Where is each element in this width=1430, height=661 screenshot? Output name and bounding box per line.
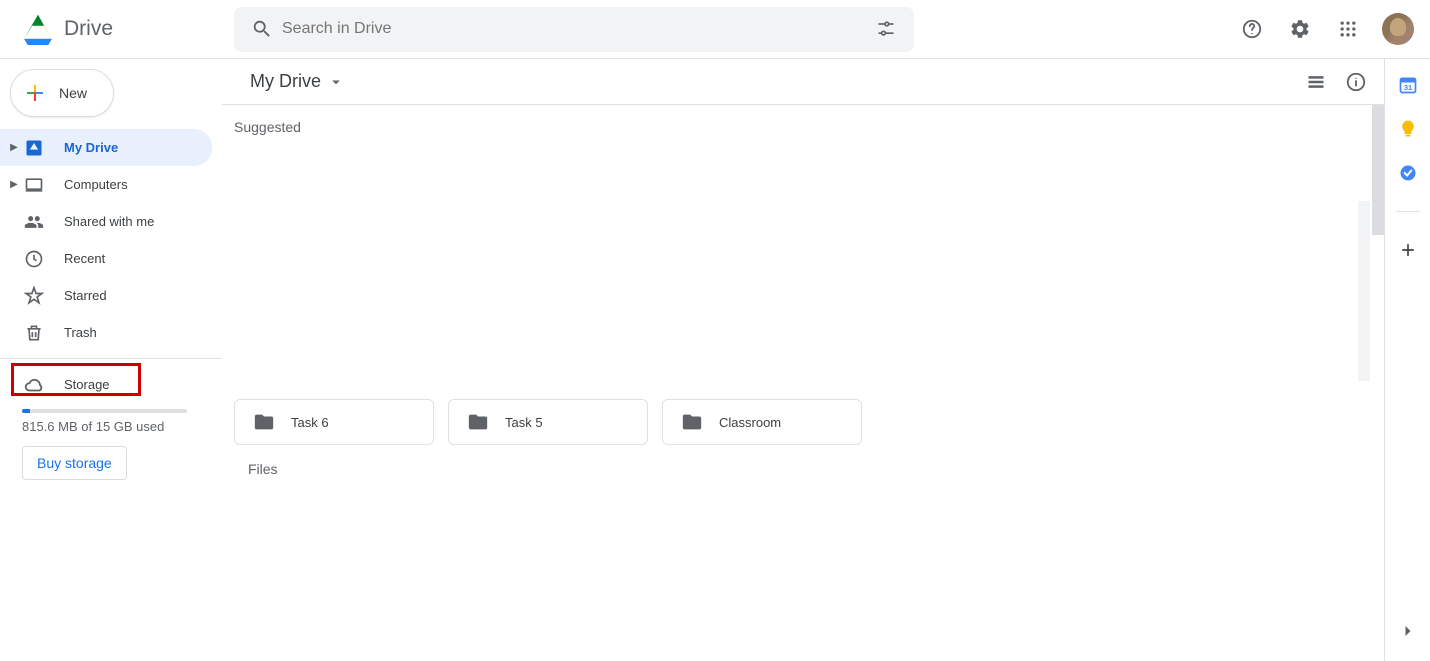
buy-storage-button[interactable]: Buy storage xyxy=(22,446,127,480)
sidebar-item-label: Shared with me xyxy=(64,214,154,229)
location-text: My Drive xyxy=(250,71,321,92)
main-content: My Drive Suggested xyxy=(222,59,1384,661)
divider xyxy=(0,358,222,359)
chevron-right-icon[interactable]: ▶ xyxy=(8,142,20,153)
tasks-icon[interactable] xyxy=(1398,163,1418,183)
suggested-area xyxy=(234,135,1366,395)
my-drive-icon xyxy=(22,136,46,160)
storage-used-text: 815.6 MB of 15 GB used xyxy=(22,419,222,434)
files-label: Files xyxy=(248,461,1366,477)
divider xyxy=(1396,211,1420,212)
chevron-right-icon[interactable]: ▶ xyxy=(8,179,20,190)
app-title: Drive xyxy=(64,17,113,41)
keep-icon[interactable] xyxy=(1398,119,1418,139)
recent-icon xyxy=(22,247,46,271)
folder-icon xyxy=(253,411,275,433)
suggested-label: Suggested xyxy=(234,119,1366,135)
folder-item[interactable]: Classroom xyxy=(662,399,862,445)
scrollbar[interactable] xyxy=(1358,201,1370,381)
info-icon[interactable] xyxy=(1336,62,1376,102)
chevron-right-icon[interactable] xyxy=(1388,611,1428,651)
add-icon[interactable] xyxy=(1398,240,1418,260)
sidebar-item-label: Trash xyxy=(64,325,97,340)
storage-bar xyxy=(22,409,187,413)
svg-text:31: 31 xyxy=(1403,83,1411,92)
main-header: My Drive xyxy=(222,59,1384,105)
calendar-icon[interactable]: 31 xyxy=(1398,75,1418,95)
sidebar-item-label: Computers xyxy=(64,177,128,192)
trash-icon xyxy=(22,321,46,345)
folder-item[interactable]: Task 6 xyxy=(234,399,434,445)
list-view-icon[interactable] xyxy=(1296,62,1336,102)
sidebar-item-label: Starred xyxy=(64,288,107,303)
location-dropdown[interactable]: My Drive xyxy=(242,67,353,96)
sidebar: New ▶ My Drive ▶ Computers Shared with m… xyxy=(0,59,222,661)
sidebar-item-my-drive[interactable]: ▶ My Drive xyxy=(0,129,212,166)
sidebar-item-storage[interactable]: Storage xyxy=(0,366,202,403)
folder-name: Task 6 xyxy=(291,415,329,430)
chevron-down-icon xyxy=(327,73,345,91)
sidebar-item-trash[interactable]: Trash xyxy=(0,314,212,351)
sidebar-item-label: Recent xyxy=(64,251,105,266)
folder-item[interactable]: Task 5 xyxy=(448,399,648,445)
sidebar-item-computers[interactable]: ▶ Computers xyxy=(0,166,212,203)
apps-icon[interactable] xyxy=(1328,9,1368,49)
main-body: Suggested Task 6 Task 5 xyxy=(222,105,1384,661)
computers-icon xyxy=(22,173,46,197)
search-icon[interactable] xyxy=(242,9,282,49)
folder-name: Task 5 xyxy=(505,415,543,430)
search-input[interactable] xyxy=(282,20,866,38)
new-button[interactable]: New xyxy=(10,69,114,117)
header-actions xyxy=(1232,9,1414,49)
cloud-icon xyxy=(22,373,46,397)
folder-name: Classroom xyxy=(719,415,781,430)
folders-row: Task 6 Task 5 Classroom xyxy=(234,399,1366,445)
sidebar-item-label: My Drive xyxy=(64,140,118,155)
plus-icon xyxy=(23,81,47,105)
help-icon[interactable] xyxy=(1232,9,1272,49)
header: Drive xyxy=(0,0,1430,59)
folder-icon xyxy=(681,411,703,433)
shared-icon xyxy=(22,210,46,234)
sidebar-item-starred[interactable]: Starred xyxy=(0,277,212,314)
sidebar-item-label: Storage xyxy=(64,377,110,392)
folder-icon xyxy=(467,411,489,433)
sidebar-item-shared[interactable]: Shared with me xyxy=(0,203,212,240)
avatar[interactable] xyxy=(1382,13,1414,45)
search-bar xyxy=(234,7,914,52)
scrollbar[interactable] xyxy=(1372,105,1384,235)
drive-logo-section[interactable]: Drive xyxy=(12,9,234,49)
sidebar-item-recent[interactable]: Recent xyxy=(0,240,212,277)
filter-icon[interactable] xyxy=(866,9,906,49)
side-panel: 31 xyxy=(1384,59,1430,661)
starred-icon xyxy=(22,284,46,308)
new-button-label: New xyxy=(59,85,87,101)
drive-logo-icon xyxy=(18,9,58,49)
settings-icon[interactable] xyxy=(1280,9,1320,49)
